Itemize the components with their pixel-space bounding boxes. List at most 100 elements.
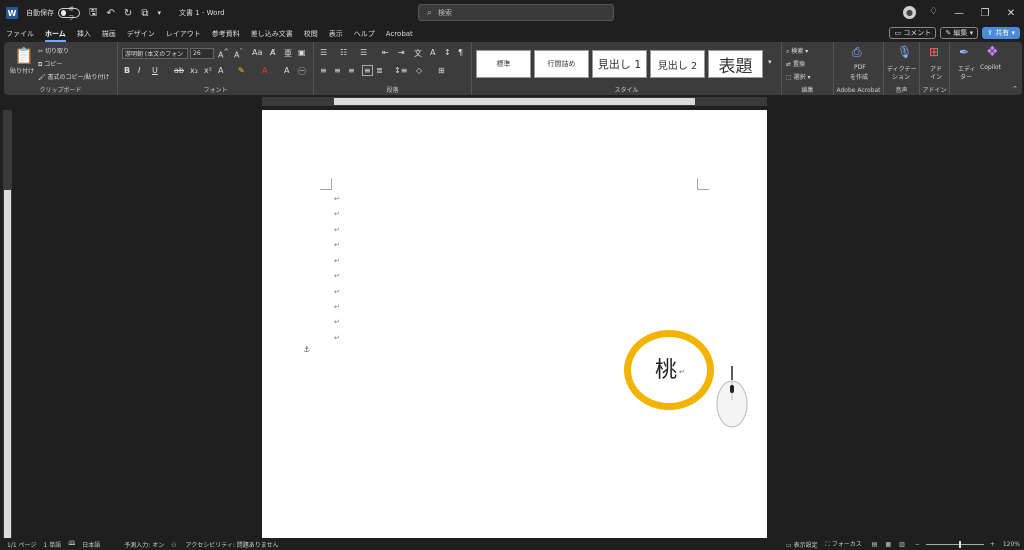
numbering-icon[interactable]: ☷ — [340, 48, 347, 57]
phonetic-guide-icon[interactable]: 亜 — [284, 48, 292, 59]
subscript-icon[interactable]: x₂ — [190, 66, 198, 75]
undo-icon[interactable]: ↶ — [107, 8, 115, 19]
enclosed-char-icon[interactable]: ㊀ — [298, 66, 306, 77]
italic-icon[interactable]: I — [138, 66, 140, 75]
select-button[interactable]: ⬚ 選択 ▾ — [786, 72, 811, 81]
pdf-label[interactable]: PDF — [854, 64, 866, 71]
ime-status[interactable]: 予測入力: オン — [124, 540, 164, 549]
grow-font-icon[interactable]: A^ — [218, 48, 229, 60]
web-layout-icon[interactable]: ▥ — [899, 541, 905, 548]
customize-toolbar-icon[interactable]: ▾ — [157, 9, 161, 17]
strikethrough-icon[interactable]: ab — [174, 66, 184, 75]
copilot-icon[interactable]: ❖ — [986, 44, 999, 60]
borders-icon[interactable]: ⊞ — [438, 66, 445, 75]
style-heading-1[interactable]: 見出し 1 — [592, 50, 647, 78]
font-size-dropdown[interactable]: 26 — [190, 48, 214, 59]
save-icon[interactable]: 🖫 — [89, 5, 98, 22]
new-doc-icon[interactable]: ⧉ — [141, 8, 148, 19]
language-status[interactable]: 日本語 — [82, 540, 100, 549]
justify-icon[interactable]: ≡ — [362, 65, 373, 76]
editor-icon[interactable]: ✒ — [959, 45, 969, 59]
object-anchor-icon[interactable]: ⚓ — [303, 345, 310, 354]
search-input[interactable]: ⌕ 検索 — [418, 4, 614, 21]
style-heading-2[interactable]: 見出し 2 — [650, 50, 705, 78]
avatar[interactable]: ● — [903, 6, 916, 19]
share-button[interactable]: ⇪ 共有 ▾ — [982, 27, 1020, 39]
vertical-ruler[interactable] — [3, 110, 12, 538]
accessibility-status[interactable]: ⚇ アクセシビリティ: 問題ありません — [171, 540, 278, 549]
comment-button[interactable]: ▭ コメント — [889, 27, 937, 39]
zoom-level[interactable]: 120% — [1003, 541, 1020, 548]
tab-acrobat[interactable]: Acrobat — [386, 30, 413, 38]
align-right-icon[interactable]: ≡ — [348, 66, 355, 75]
line-spacing-icon[interactable]: ↕≡ — [394, 66, 407, 75]
microphone-icon[interactable]: 🎙 — [897, 45, 912, 59]
editor-label-2[interactable]: ター — [960, 72, 972, 81]
tab-mailings[interactable]: 差し込み文書 — [251, 29, 293, 39]
zoom-out-icon[interactable]: − — [915, 541, 920, 548]
find-button[interactable]: ⌕ 検索 ▾ — [786, 46, 808, 56]
display-settings-button[interactable]: ▭ 表示設定 — [786, 540, 818, 549]
focus-button[interactable]: ⛶ フォーカス — [826, 539, 862, 549]
char-shading-icon[interactable]: A — [284, 66, 289, 75]
tab-layout[interactable]: レイアウト — [166, 29, 201, 39]
align-center-icon[interactable]: ≡ — [334, 66, 341, 75]
copilot-label[interactable]: Copilot — [980, 64, 1001, 71]
text-effects-icon[interactable]: A — [218, 66, 223, 75]
read-mode-icon[interactable]: ▤ — [872, 541, 878, 548]
decrease-indent-icon[interactable]: ⇤ — [382, 48, 389, 57]
replace-button[interactable]: ⇄ 置換 — [786, 59, 805, 68]
autosave-toggle[interactable]: オフ — [58, 6, 80, 22]
font-name-dropdown[interactable]: 游明朝 (本文のフォン — [122, 48, 188, 59]
highlight-icon[interactable]: ✎ — [238, 66, 245, 75]
tab-references[interactable]: 参考資料 — [212, 29, 240, 39]
shading-icon[interactable]: ◇ — [416, 66, 422, 75]
text-direction-icon[interactable]: 文 — [414, 48, 422, 59]
close-icon[interactable]: ✕ — [998, 8, 1024, 19]
sort-icon[interactable]: ↕ — [444, 48, 451, 57]
bold-icon[interactable]: B — [124, 66, 130, 75]
collapse-ribbon-icon[interactable]: ⌃ — [1012, 85, 1018, 93]
paste-label[interactable]: 貼り付け — [10, 66, 34, 75]
paste-icon[interactable]: 📋 — [14, 46, 34, 65]
style-title[interactable]: 表題 — [708, 50, 763, 78]
pdf-icon[interactable]: ⎙ — [852, 45, 862, 60]
addins-label-2[interactable]: イン — [930, 72, 942, 81]
tab-view[interactable]: 表示 — [329, 29, 343, 39]
minimize-icon[interactable]: — — [946, 8, 972, 19]
bullets-icon[interactable]: ☰ — [320, 48, 327, 57]
horizontal-ruler[interactable] — [262, 97, 767, 106]
align-left-icon[interactable]: ≡ — [320, 66, 327, 75]
proofing-icon[interactable]: 🕮 — [68, 539, 75, 549]
style-no-spacing[interactable]: 行間詰め — [534, 50, 589, 78]
tab-file[interactable]: ファイル — [6, 29, 34, 39]
lightbulb-icon[interactable]: ♢ — [929, 6, 938, 17]
distribute-icon[interactable]: ≣ — [376, 66, 383, 75]
page-count[interactable]: 1/1 ページ — [7, 540, 36, 549]
zoom-in-icon[interactable]: + — [990, 541, 995, 548]
word-count[interactable]: 1 単語 — [43, 540, 61, 549]
styles-expand-icon[interactable]: ▾ — [768, 58, 772, 66]
cut-button[interactable]: ✂ 切り取り — [38, 46, 69, 55]
edit-mode-button[interactable]: ✎ 編集 ▾ — [940, 27, 979, 39]
shrink-font-icon[interactable]: Aˇ — [234, 48, 243, 60]
peach-character[interactable]: 桃 — [655, 352, 677, 384]
underline-icon[interactable]: U — [152, 66, 158, 75]
font-color-icon[interactable]: A — [262, 66, 267, 75]
superscript-icon[interactable]: x² — [204, 66, 212, 75]
show-marks-icon[interactable]: ¶ — [458, 48, 463, 57]
clear-format-icon[interactable]: A̸ — [270, 48, 275, 57]
char-border-icon[interactable]: ▣ — [298, 48, 306, 57]
copy-button[interactable]: ⧉ コピー — [38, 59, 62, 69]
zoom-slider[interactable] — [925, 540, 984, 548]
print-layout-icon[interactable]: ▦ — [885, 541, 891, 548]
redo-icon[interactable]: ↻ — [124, 8, 132, 19]
tab-draw[interactable]: 描画 — [102, 29, 116, 39]
dictate-label-2[interactable]: ション — [892, 72, 910, 81]
restore-icon[interactable]: ❐ — [972, 8, 998, 19]
asian-layout-icon[interactable]: A — [430, 48, 435, 57]
style-normal[interactable]: 標準 — [476, 50, 531, 78]
tab-insert[interactable]: 挿入 — [77, 29, 91, 39]
tab-review[interactable]: 校閲 — [304, 29, 318, 39]
tab-help[interactable]: ヘルプ — [354, 29, 375, 39]
